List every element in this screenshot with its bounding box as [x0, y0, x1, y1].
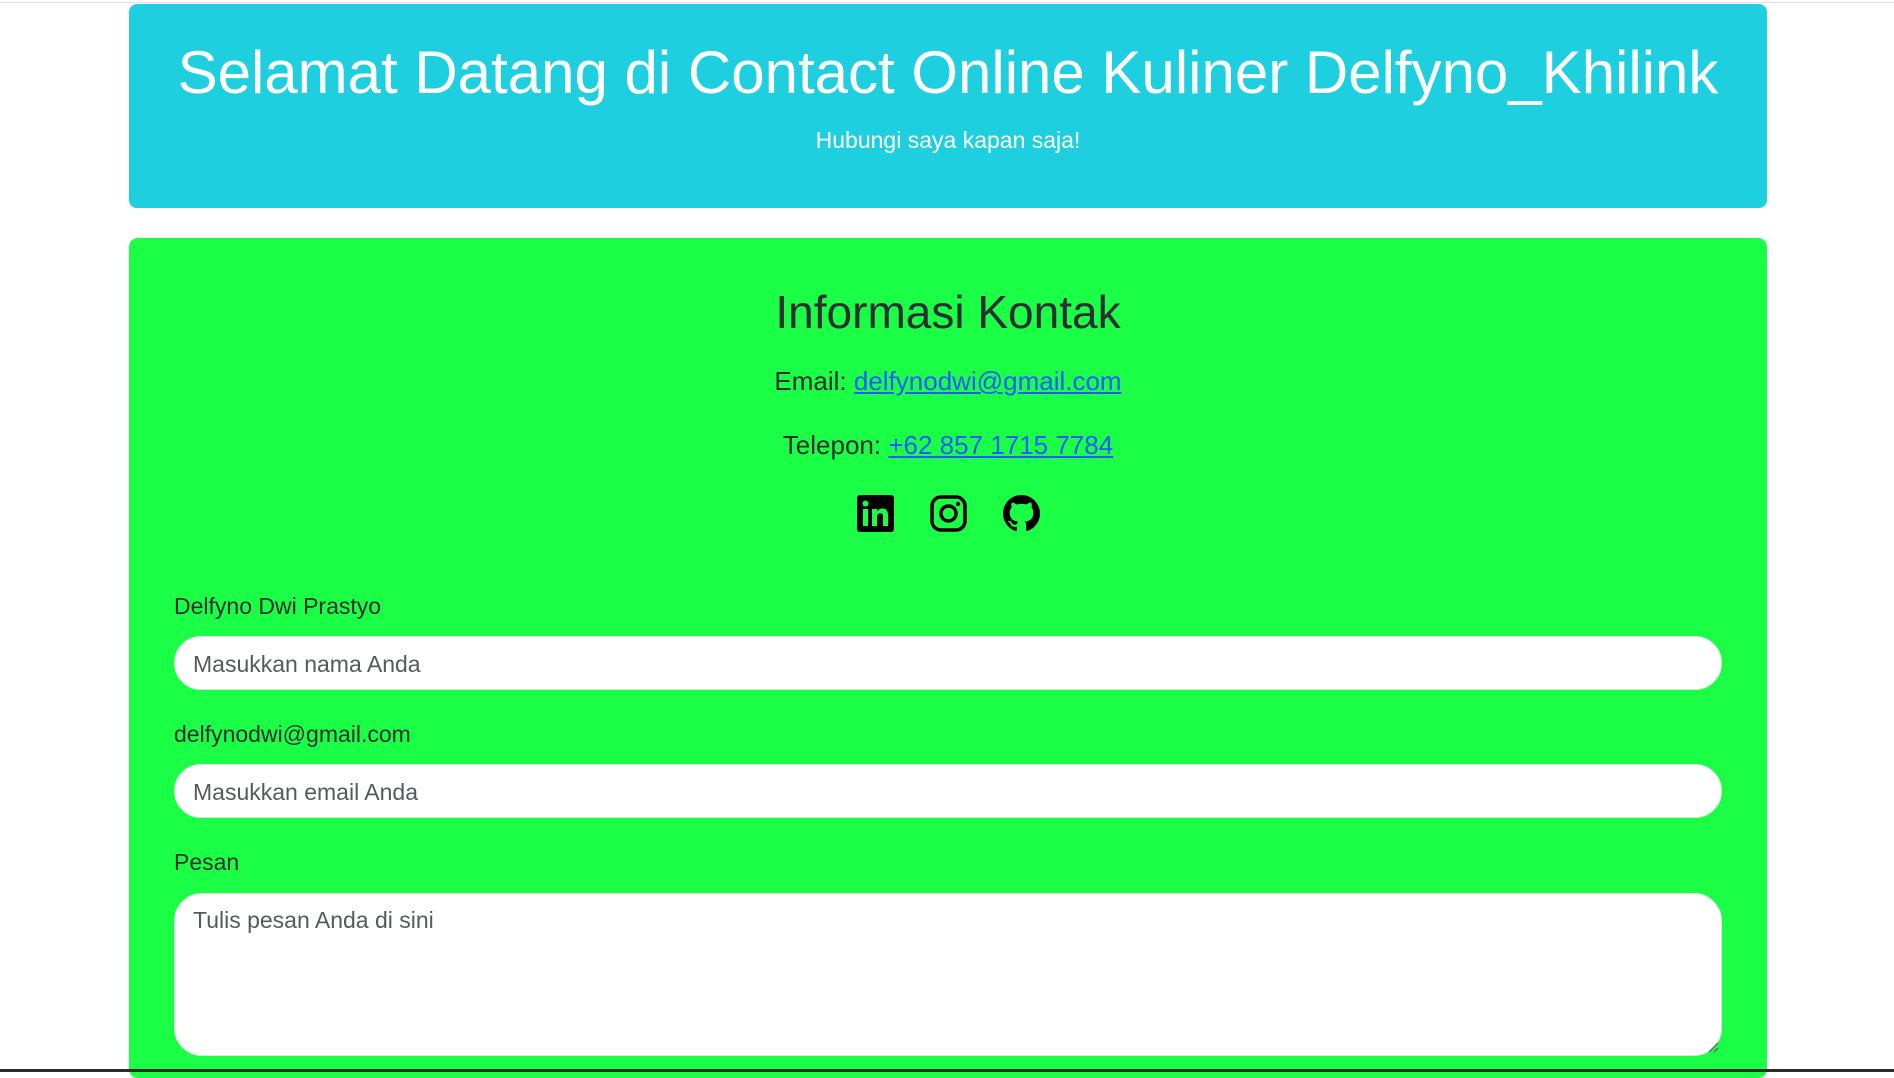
page-subtitle: Hubungi saya kapan saja! [815, 127, 1081, 153]
email-link[interactable]: delfynodwi@gmail.com [854, 366, 1122, 396]
message-textarea[interactable]: Tulis pesan Anda di sini [174, 893, 1722, 1056]
page-title: Selamat Datang di Contact Online Kuliner… [177, 39, 1719, 106]
social-links [129, 495, 1767, 532]
message-placeholder: Tulis pesan Anda di sini [193, 907, 434, 933]
phone-link[interactable]: +62 857 1715 7784 [888, 430, 1113, 460]
contact-heading: Informasi Kontak [775, 286, 1121, 338]
email-info-label: Email: [774, 366, 847, 396]
github-icon[interactable] [1002, 495, 1040, 532]
phone-info-label: Telepon: [782, 430, 882, 460]
resize-grip-icon[interactable] [1705, 1039, 1719, 1053]
linkedin-icon[interactable] [856, 495, 894, 532]
name-input[interactable]: Masukkan nama Anda [174, 636, 1722, 690]
message-label: Pesan [174, 849, 240, 875]
email-info: Email: delfynodwi@gmail.com [129, 365, 1767, 397]
name-label: Delfyno Dwi Prastyo [174, 593, 382, 619]
top-divider [0, 2, 1894, 3]
email-label: delfynodwi@gmail.com [174, 721, 411, 747]
welcome-header: Selamat Datang di Contact Online Kuliner… [129, 4, 1767, 208]
phone-info: Telepon: +62 857 1715 7784 [129, 429, 1767, 461]
contact-panel: Informasi Kontak Email: delfynodwi@gmail… [129, 238, 1767, 1078]
instagram-icon[interactable] [929, 495, 967, 532]
email-input[interactable]: Masukkan email Anda [174, 764, 1722, 818]
